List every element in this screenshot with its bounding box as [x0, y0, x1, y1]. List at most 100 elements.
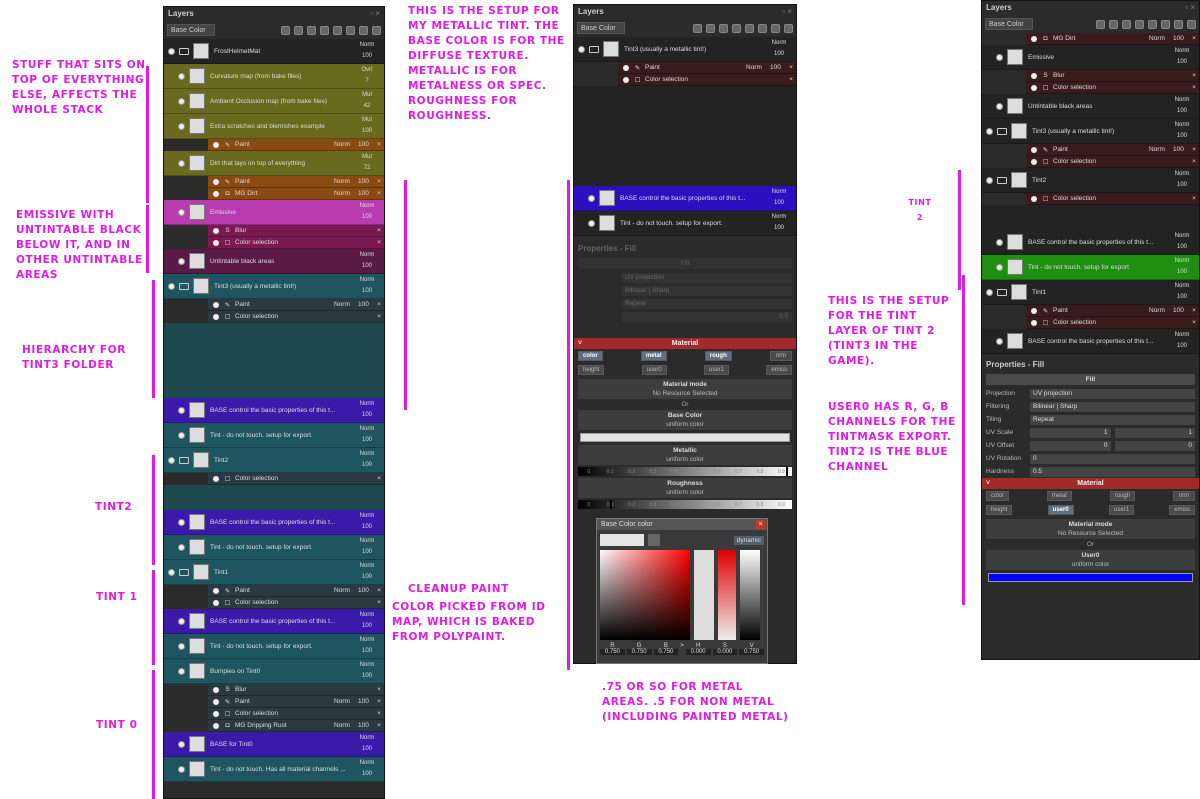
- visibility-toggle-icon[interactable]: [213, 178, 219, 185]
- blend-mode[interactable]: Norm: [356, 250, 378, 261]
- visibility-toggle-icon[interactable]: [213, 301, 219, 308]
- property-value[interactable]: 0: [1030, 453, 1195, 464]
- effect-row[interactable]: ☐ Color selection ×: [208, 237, 384, 249]
- remove-icon[interactable]: ×: [374, 141, 384, 148]
- folder-icon[interactable]: [179, 47, 189, 55]
- layer-opacity[interactable]: 100: [356, 646, 378, 657]
- property-value[interactable]: Bilinear | Sharp: [1030, 401, 1195, 412]
- add-fill-icon[interactable]: [706, 23, 715, 33]
- visibility-toggle-icon[interactable]: [996, 102, 1003, 110]
- layer-opacity[interactable]: 100: [356, 410, 378, 421]
- visibility-toggle-icon[interactable]: [1031, 195, 1037, 202]
- visibility-toggle-icon[interactable]: [213, 227, 219, 234]
- visibility-toggle-icon[interactable]: [986, 288, 993, 296]
- layer-opacity[interactable]: 100: [356, 460, 378, 471]
- layer-opacity[interactable]: 100: [1171, 57, 1193, 68]
- effect-row[interactable]: ✎ Paint Norm 100 ×: [208, 696, 384, 708]
- blend-mode[interactable]: Norm: [334, 190, 358, 197]
- blend-mode[interactable]: Norm: [1171, 46, 1193, 57]
- color-field[interactable]: G 0.750: [626, 643, 652, 655]
- blend-mode[interactable]: Norm: [1171, 95, 1193, 106]
- folder-icon[interactable]: [997, 127, 1007, 135]
- remove-icon[interactable]: ×: [374, 475, 384, 482]
- layer-row[interactable]: Tint - do not touch. Has all material ch…: [164, 757, 384, 782]
- layer-opacity[interactable]: 100: [356, 286, 378, 297]
- refresh-icon[interactable]: [1161, 19, 1170, 29]
- blend-mode[interactable]: Norm: [356, 201, 378, 212]
- layer-row[interactable]: BASE control the basic properties of thi…: [982, 329, 1199, 354]
- layer-opacity[interactable]: 100: [1171, 242, 1193, 253]
- blend-mode[interactable]: Norm: [1171, 120, 1193, 131]
- remove-icon[interactable]: ×: [1189, 84, 1199, 91]
- layer-row[interactable]: Emissive Norm 100: [982, 45, 1199, 70]
- layer-opacity[interactable]: 100: [1171, 267, 1193, 278]
- visibility-toggle-icon[interactable]: [178, 97, 185, 105]
- color-field[interactable]: S 0.000: [712, 643, 738, 655]
- visibility-toggle-icon[interactable]: [168, 282, 175, 290]
- effect-row[interactable]: ☐ Color selection ×: [1026, 317, 1199, 329]
- color-field[interactable]: H 0.000: [685, 643, 711, 655]
- blend-mode[interactable]: Norm: [356, 733, 378, 744]
- visibility-toggle-icon[interactable]: [213, 190, 219, 197]
- base-color-swatch[interactable]: [580, 433, 790, 442]
- material-mode[interactable]: Material mode No Resource Selected: [578, 379, 792, 399]
- effect-opacity[interactable]: 100: [358, 190, 374, 197]
- layer-opacity[interactable]: 42: [356, 101, 378, 112]
- visibility-toggle-icon[interactable]: [1031, 319, 1037, 326]
- folder-icon[interactable]: [179, 456, 189, 464]
- eyedropper-icon[interactable]: [648, 534, 660, 546]
- effect-opacity[interactable]: 100: [358, 301, 374, 308]
- channel-user0-button[interactable]: user0: [1047, 505, 1074, 515]
- visibility-toggle-icon[interactable]: [178, 765, 185, 773]
- blend-mode[interactable]: Norm: [356, 40, 378, 51]
- effect-row[interactable]: ☐ Color selection ×: [1026, 156, 1199, 168]
- visibility-toggle-icon[interactable]: [578, 45, 585, 53]
- layer-row[interactable]: Tint - do not touch. setup for export. No…: [164, 535, 384, 560]
- blend-mode[interactable]: Norm: [1171, 256, 1193, 267]
- fill-header[interactable]: Fill: [986, 374, 1195, 385]
- effect-row[interactable]: ☐ Color selection ×: [1026, 193, 1199, 205]
- layer-row[interactable]: Untintable black areas Norm 100: [164, 249, 384, 274]
- blend-mode[interactable]: Norm: [746, 64, 770, 71]
- remove-icon[interactable]: ×: [1189, 35, 1199, 42]
- slider-handle[interactable]: [785, 467, 788, 476]
- visibility-toggle-icon[interactable]: [996, 53, 1003, 61]
- visibility-toggle-icon[interactable]: [178, 406, 185, 414]
- effect-opacity[interactable]: 100: [358, 141, 374, 148]
- effect-opacity[interactable]: 100: [770, 64, 786, 71]
- effect-row[interactable]: ✎ Paint Norm 100 ×: [1026, 144, 1199, 156]
- blend-mode[interactable]: Ovrl: [356, 65, 378, 76]
- add-fill-icon[interactable]: [1109, 19, 1118, 29]
- layer-row[interactable]: Tint3 (usually a metallic tint!) Norm 100: [982, 119, 1199, 144]
- remove-icon[interactable]: ×: [1189, 195, 1199, 202]
- effect-opacity[interactable]: 100: [358, 722, 374, 729]
- blend-mode[interactable]: Norm: [356, 275, 378, 286]
- blend-mode[interactable]: Norm: [356, 635, 378, 646]
- layer-opacity[interactable]: 100: [356, 435, 378, 446]
- channel-select[interactable]: Base Color: [167, 24, 215, 36]
- color-field-value[interactable]: 0.750: [739, 649, 765, 655]
- channel-user1-button[interactable]: user1: [1109, 505, 1135, 515]
- saturation-value-square[interactable]: [600, 550, 690, 640]
- property-value[interactable]: 1: [1030, 427, 1111, 438]
- folder-icon[interactable]: [997, 176, 1007, 184]
- color-field-value[interactable]: 0.000: [685, 649, 711, 655]
- layer-row[interactable]: Tint - do not touch. setup for export. No…: [164, 423, 384, 448]
- channel-rough-button[interactable]: rough: [1109, 491, 1136, 501]
- folder-icon[interactable]: [359, 25, 368, 35]
- visibility-toggle-icon[interactable]: [178, 543, 185, 551]
- property-value-2[interactable]: 0: [1114, 440, 1195, 451]
- layer-row[interactable]: BASE control the basic properties of thi…: [574, 186, 796, 211]
- color-field-value[interactable]: 0.750: [600, 649, 625, 655]
- visibility-toggle-icon[interactable]: [623, 64, 629, 71]
- blend-mode[interactable]: Norm: [356, 561, 378, 572]
- layer-row[interactable]: Curvature map (from bake files) Ovrl 7: [164, 64, 384, 89]
- metallic-slider[interactable]: 0 0.1 0.2 0.3 0.4 0.5 0.6 0.7 0.8 0.9: [578, 467, 792, 476]
- add-mask-icon[interactable]: [333, 25, 342, 35]
- visibility-toggle-icon[interactable]: [213, 710, 219, 717]
- channel-select[interactable]: Base Color: [985, 18, 1033, 30]
- visibility-toggle-icon[interactable]: [178, 431, 185, 439]
- hue-bar[interactable]: [694, 550, 714, 640]
- visibility-toggle-icon[interactable]: [213, 239, 219, 246]
- layer-opacity[interactable]: 100: [1171, 180, 1193, 191]
